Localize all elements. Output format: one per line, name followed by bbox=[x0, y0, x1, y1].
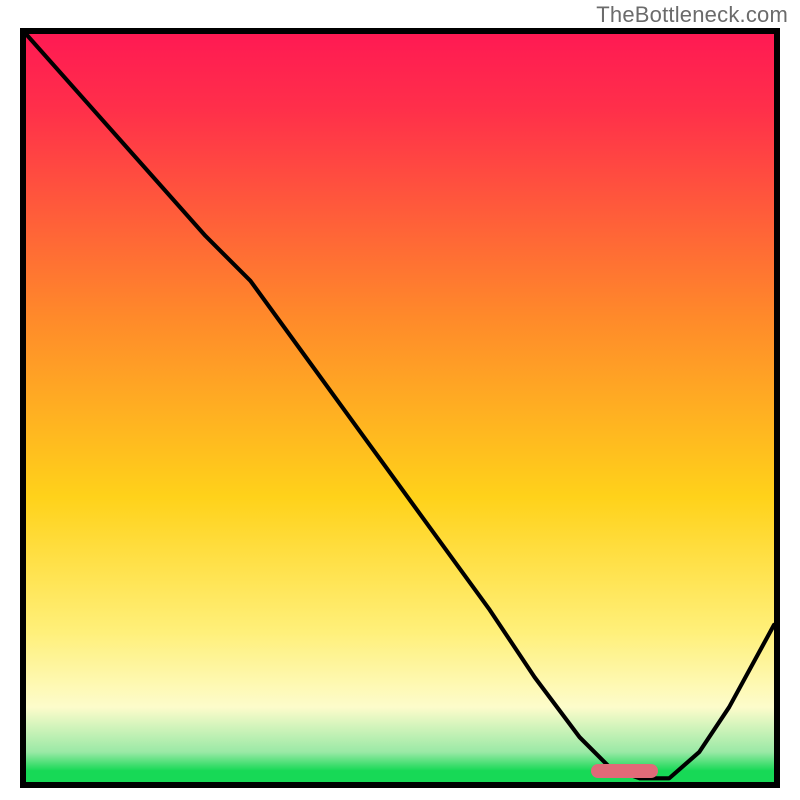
attribution-text: TheBottleneck.com bbox=[596, 2, 788, 28]
plot-inner bbox=[26, 34, 774, 782]
optimal-marker bbox=[591, 764, 658, 778]
bottleneck-curve bbox=[26, 34, 774, 782]
chart-container: TheBottleneck.com bbox=[0, 0, 800, 800]
plot-frame bbox=[20, 28, 780, 788]
